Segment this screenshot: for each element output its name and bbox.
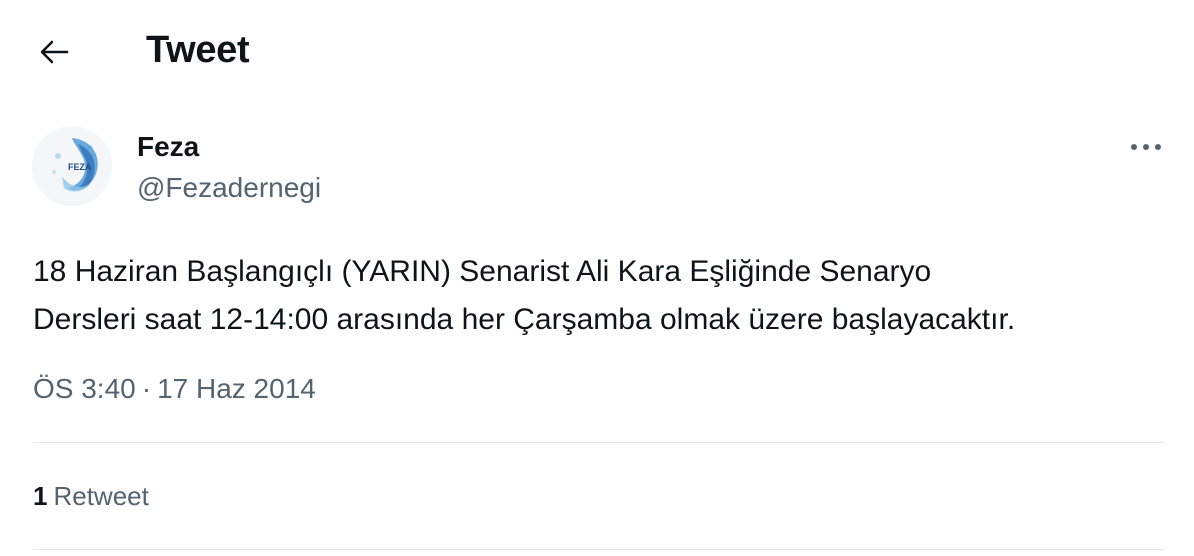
divider	[33, 442, 1165, 443]
more-options-button[interactable]	[1126, 132, 1166, 162]
feza-logo-icon: FEZA	[32, 126, 112, 206]
retweet-stats-link[interactable]: 1 Retweet	[33, 480, 149, 512]
meta-separator: ·	[141, 373, 152, 404]
retweet-count: 1	[33, 481, 48, 511]
more-horizontal-icon	[1131, 144, 1161, 150]
page-title: Tweet	[146, 29, 250, 71]
tweet-time[interactable]: ÖS 3:40	[33, 373, 136, 404]
svg-text:FEZA: FEZA	[68, 162, 92, 172]
author-handle[interactable]: @Fezadernegi	[137, 172, 321, 204]
tweet-text-line: Dersleri saat 12-14:00 arasında her Çarş…	[33, 303, 1016, 336]
avatar[interactable]: FEZA	[32, 126, 112, 206]
tweet-metadata: ÖS 3:40 · 17 Haz 2014	[33, 372, 316, 406]
tweet-text-line: 18 Haziran Başlangıçlı (YARIN) Senarist …	[33, 255, 932, 288]
top-bar: Tweet	[0, 0, 1194, 100]
tweet-text: 18 Haziran Başlangıçlı (YARIN) Senarist …	[33, 248, 1173, 344]
arrow-left-icon	[40, 40, 69, 64]
divider	[33, 549, 1165, 550]
tweet-date[interactable]: 17 Haz 2014	[157, 373, 316, 404]
retweet-label: Retweet	[53, 481, 149, 511]
back-button[interactable]	[30, 28, 78, 76]
author-display-name[interactable]: Feza	[137, 131, 199, 163]
